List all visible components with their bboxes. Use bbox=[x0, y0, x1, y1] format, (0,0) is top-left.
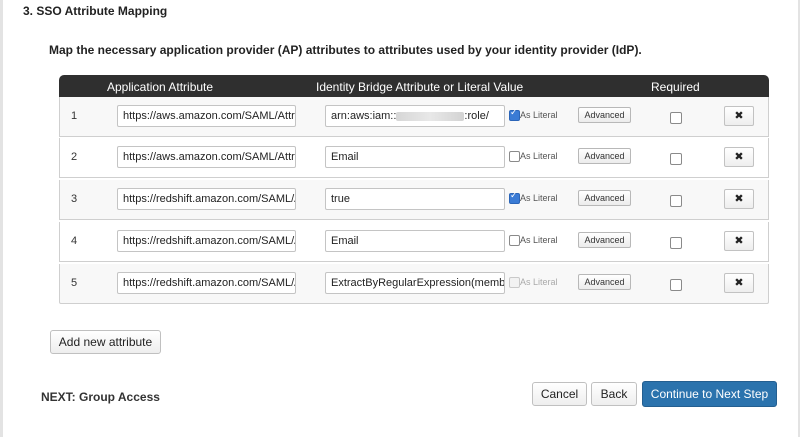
back-button[interactable]: Back bbox=[591, 382, 637, 406]
application-attribute-input[interactable]: https://aws.amazon.com/SAML/Attributes/R… bbox=[117, 105, 296, 127]
table-row: 5 https://redshift.amazon.com/SAML/Attri… bbox=[59, 264, 769, 304]
add-new-attribute-button[interactable]: Add new attribute bbox=[50, 330, 161, 354]
left-border bbox=[0, 0, 3, 437]
close-icon: ✖ bbox=[734, 150, 744, 163]
advanced-button[interactable]: Advanced bbox=[578, 148, 631, 164]
as-literal-label: As Literal bbox=[520, 110, 558, 120]
as-literal-label: As Literal bbox=[520, 151, 558, 161]
close-icon: ✖ bbox=[734, 109, 744, 122]
as-literal-label: As Literal bbox=[520, 235, 558, 245]
delete-row-button[interactable]: ✖ bbox=[724, 147, 754, 167]
application-attribute-input[interactable]: https://aws.amazon.com/SAML/Attributes/R… bbox=[117, 146, 296, 168]
idp-attribute-input[interactable]: arn:aws:iam:::role/ bbox=[325, 105, 505, 127]
next-step-label: NEXT: Group Access bbox=[41, 390, 160, 404]
table-row: 3 https://redshift.amazon.com/SAML/Attri… bbox=[59, 180, 769, 220]
close-icon: ✖ bbox=[734, 234, 744, 247]
as-literal-checkbox[interactable] bbox=[509, 108, 520, 121]
section-title: 3. SSO Attribute Mapping bbox=[23, 4, 168, 18]
advanced-button[interactable]: Advanced bbox=[578, 190, 631, 206]
row-number: 5 bbox=[71, 277, 78, 289]
idp-value-prefix: arn:aws:iam:: bbox=[331, 110, 397, 122]
close-icon: ✖ bbox=[734, 276, 744, 289]
header-required: Required bbox=[651, 80, 700, 94]
application-attribute-input[interactable]: https://redshift.amazon.com/SAML/Attribu… bbox=[117, 230, 296, 252]
idp-attribute-input[interactable]: Email bbox=[325, 146, 505, 168]
table-row: 1 https://aws.amazon.com/SAML/Attributes… bbox=[59, 97, 769, 137]
required-checkbox[interactable] bbox=[670, 195, 682, 207]
header-application-attribute: Application Attribute bbox=[107, 80, 214, 94]
delete-row-button[interactable]: ✖ bbox=[724, 106, 754, 126]
application-attribute-input[interactable]: https://redshift.amazon.com/SAML/Attribu… bbox=[117, 188, 296, 210]
table-row: 4 https://redshift.amazon.com/SAML/Attri… bbox=[59, 222, 769, 262]
cancel-button[interactable]: Cancel bbox=[532, 382, 587, 406]
application-attribute-input[interactable]: https://redshift.amazon.com/SAML/Attribu… bbox=[117, 272, 296, 294]
delete-row-button[interactable]: ✖ bbox=[724, 273, 754, 293]
row-number: 2 bbox=[71, 151, 78, 163]
advanced-button[interactable]: Advanced bbox=[578, 232, 631, 248]
as-literal-label: As Literal bbox=[520, 277, 558, 287]
header-idp-attribute: Identity Bridge Attribute or Literal Val… bbox=[316, 80, 524, 94]
as-literal-label: As Literal bbox=[520, 193, 558, 203]
idp-attribute-input[interactable]: ExtractByRegularExpression(memberOf bbox=[325, 272, 505, 294]
continue-button[interactable]: Continue to Next Step bbox=[642, 381, 777, 407]
idp-attribute-input[interactable]: Email bbox=[325, 230, 505, 252]
intro-text: Map the necessary application provider (… bbox=[49, 43, 642, 57]
required-checkbox[interactable] bbox=[670, 153, 682, 165]
as-literal-checkbox[interactable] bbox=[509, 151, 520, 162]
row-number: 3 bbox=[71, 193, 78, 205]
as-literal-checkbox[interactable] bbox=[509, 235, 520, 246]
table-header: Application Attribute Identity Bridge At… bbox=[59, 75, 769, 97]
advanced-button[interactable]: Advanced bbox=[578, 274, 631, 290]
table-row: 2 https://aws.amazon.com/SAML/Attributes… bbox=[59, 138, 769, 178]
close-icon: ✖ bbox=[734, 192, 744, 205]
required-checkbox[interactable] bbox=[670, 237, 682, 249]
required-checkbox[interactable] bbox=[670, 279, 682, 291]
as-literal-checkbox-disabled bbox=[509, 277, 520, 288]
delete-row-button[interactable]: ✖ bbox=[724, 189, 754, 209]
required-checkbox[interactable] bbox=[670, 112, 682, 124]
advanced-button[interactable]: Advanced bbox=[578, 107, 631, 123]
row-number: 4 bbox=[71, 235, 78, 247]
row-number: 1 bbox=[71, 110, 78, 122]
idp-value-suffix: :role/ bbox=[464, 110, 489, 122]
idp-attribute-input[interactable]: true bbox=[325, 188, 505, 210]
delete-row-button[interactable]: ✖ bbox=[724, 231, 754, 251]
as-literal-checkbox[interactable] bbox=[509, 191, 520, 204]
redacted-account-id bbox=[396, 111, 465, 121]
